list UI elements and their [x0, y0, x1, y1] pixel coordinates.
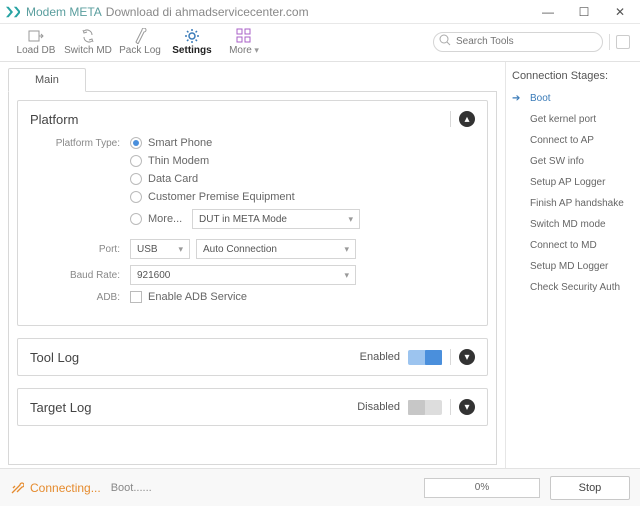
- platform-type-label: Platform Type:: [30, 138, 130, 149]
- minimize-button[interactable]: —: [530, 2, 566, 22]
- port-label: Port:: [30, 244, 130, 255]
- settings-button[interactable]: Settings: [166, 27, 218, 56]
- radio-cpe[interactable]: [130, 191, 142, 203]
- stage-ap-logger: Setup AP Logger: [512, 172, 634, 193]
- load-db-icon: [27, 28, 45, 44]
- more-mode-select[interactable]: DUT in META Mode▾: [192, 209, 360, 229]
- adb-label: ADB:: [30, 292, 130, 303]
- stage-md-logger: Setup MD Logger: [512, 256, 634, 277]
- expand-tool-log-button[interactable]: ▾: [459, 349, 475, 365]
- stage-boot: Boot: [512, 88, 634, 109]
- target-log-panel: Target Log Disabled ▾: [17, 388, 488, 426]
- tool-log-title: Tool Log: [30, 350, 79, 365]
- window-subtitle: Download di ahmadservicecenter.com: [106, 5, 309, 19]
- app-logo-icon: [6, 5, 20, 19]
- connecting-status: Connecting...: [10, 481, 101, 495]
- load-db-button[interactable]: Load DB: [10, 27, 62, 56]
- baud-label: Baud Rate:: [30, 270, 130, 281]
- baud-select[interactable]: 921600▾: [130, 265, 356, 285]
- tool-log-state: Enabled: [360, 351, 400, 363]
- collapse-platform-button[interactable]: ▴: [459, 111, 475, 127]
- toolbar: Load DB Switch MD Pack Log Settings More: [0, 24, 640, 62]
- platform-panel: Platform ▴ Platform Type: Smart Phone Th…: [17, 100, 488, 326]
- adb-checkbox[interactable]: [130, 291, 142, 303]
- radio-smart-phone[interactable]: [130, 137, 142, 149]
- extra-button[interactable]: [616, 35, 630, 49]
- target-log-title: Target Log: [30, 400, 91, 415]
- more-grid-icon: [236, 28, 252, 44]
- stage-ap-handshake: Finish AP handshake: [512, 193, 634, 214]
- stage-security-auth: Check Security Auth: [512, 277, 634, 298]
- window-title: Modem META: [26, 5, 102, 19]
- tool-log-panel: Tool Log Enabled ▾: [17, 338, 488, 376]
- close-button[interactable]: ✕: [602, 2, 638, 22]
- stage-sw-info: Get SW info: [512, 151, 634, 172]
- progress-bar: 0%: [424, 478, 540, 498]
- status-bar: Connecting... Boot...... 0% Stop: [0, 468, 640, 506]
- stage-switch-md: Switch MD mode: [512, 214, 634, 235]
- maximize-button[interactable]: ☐: [566, 2, 602, 22]
- pack-log-button[interactable]: Pack Log: [114, 27, 166, 56]
- platform-title: Platform: [30, 112, 78, 127]
- port-select[interactable]: USB▾: [130, 239, 190, 259]
- switch-md-icon: [80, 28, 96, 44]
- port-mode-select[interactable]: Auto Connection▾: [196, 239, 356, 259]
- title-bar: Modem META Download di ahmadservicecente…: [0, 0, 640, 24]
- connection-stages-panel: Connection Stages: Boot Get kernel port …: [505, 62, 640, 468]
- tool-log-toggle[interactable]: [408, 350, 442, 365]
- stages-title: Connection Stages:: [512, 70, 634, 82]
- toolbar-divider: [609, 34, 610, 50]
- tab-main[interactable]: Main: [8, 68, 86, 92]
- more-button[interactable]: More: [218, 27, 270, 56]
- gear-icon: [184, 28, 200, 44]
- radio-more[interactable]: [130, 213, 142, 225]
- search-input[interactable]: [433, 32, 603, 52]
- radio-thin-modem[interactable]: [130, 155, 142, 167]
- target-log-toggle[interactable]: [408, 400, 442, 415]
- stage-connect-ap: Connect to AP: [512, 130, 634, 151]
- search-icon: [439, 34, 451, 46]
- expand-target-log-button[interactable]: ▾: [459, 399, 475, 415]
- radio-data-card[interactable]: [130, 173, 142, 185]
- stage-connect-md: Connect to MD: [512, 235, 634, 256]
- stop-button[interactable]: Stop: [550, 476, 630, 500]
- pack-log-icon: [132, 28, 148, 44]
- switch-md-button[interactable]: Switch MD: [62, 27, 114, 56]
- stage-kernel-port: Get kernel port: [512, 109, 634, 130]
- boot-status: Boot......: [111, 482, 152, 494]
- target-log-state: Disabled: [357, 401, 400, 413]
- connecting-icon: [10, 481, 24, 495]
